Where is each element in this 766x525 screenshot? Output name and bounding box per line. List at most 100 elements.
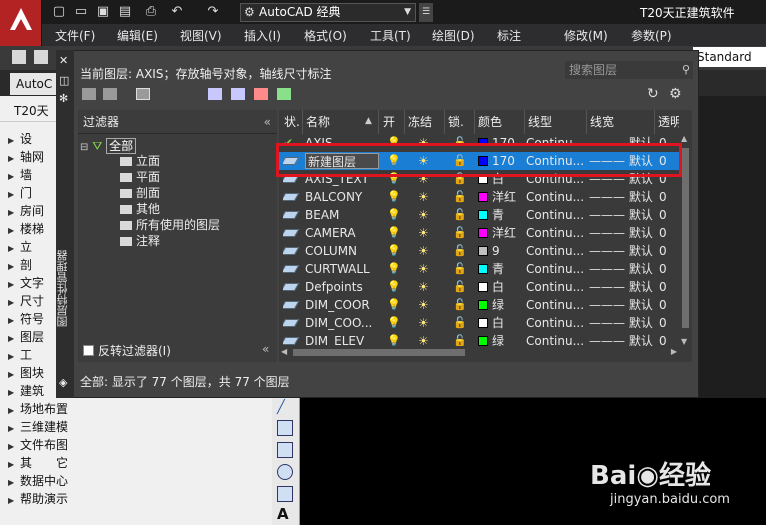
scroll-left-icon[interactable]: ◀	[281, 347, 287, 356]
sun-icon[interactable]: ☀	[418, 206, 434, 224]
new-layer-icon[interactable]	[208, 88, 222, 100]
layer-row[interactable]: DIM_COO... 💡 ☀ 🔓 白 Continu... ——— 默认 0	[279, 314, 679, 332]
autohide-icon[interactable]: ◫	[59, 74, 69, 87]
side-menu-item[interactable]: ▶ 文件布图	[0, 436, 90, 454]
layer-transparency[interactable]: 0	[659, 188, 677, 206]
settings-gear-icon[interactable]: ⚙	[669, 86, 682, 102]
tree-node[interactable]: 其他	[120, 200, 160, 217]
layer-name[interactable]: BEAM	[305, 206, 380, 224]
unlock-icon[interactable]: 🔓	[453, 206, 467, 224]
layer-transparency[interactable]: 0	[659, 296, 677, 314]
side-menu-item[interactable]: ▶ 其 它	[0, 454, 90, 472]
layer-lineweight[interactable]: ——— 默认	[589, 278, 661, 296]
save-as-icon[interactable]: ▤	[116, 3, 134, 21]
side-menu-item[interactable]: ▶ 三维建模	[0, 418, 90, 436]
open-icon[interactable]	[34, 50, 48, 64]
layer-transparency[interactable]: 0	[659, 224, 677, 242]
layer-linetype[interactable]: Continu...	[526, 260, 586, 278]
layer-linetype[interactable]: Continu...	[526, 314, 586, 332]
unlock-icon[interactable]: 🔓	[453, 224, 467, 242]
unlock-icon[interactable]: 🔓	[453, 314, 467, 332]
refresh-icon[interactable]: ↻	[647, 86, 659, 102]
layer-lineweight[interactable]: ——— 默认	[589, 242, 661, 260]
side-menu-item[interactable]: ▶ 数据中心	[0, 472, 90, 490]
lightbulb-icon[interactable]: 💡	[387, 242, 401, 260]
col-transparency[interactable]: 透明	[655, 110, 679, 134]
sun-icon[interactable]: ☀	[418, 260, 434, 278]
lightbulb-icon[interactable]: 💡	[387, 296, 401, 314]
quick-access-customize-button[interactable]: ☰	[419, 3, 433, 22]
line-icon[interactable]: ╱	[277, 400, 293, 416]
vertical-scroll-thumb[interactable]	[682, 148, 689, 328]
layer-color[interactable]: 洋红	[478, 224, 524, 242]
tree-node[interactable]: 注释	[120, 232, 160, 249]
layer-linetype[interactable]: Continu...	[526, 278, 586, 296]
unlock-icon[interactable]: 🔓	[453, 278, 467, 296]
menu-edit[interactable]: 编辑(E)	[117, 27, 158, 44]
layer-transparency[interactable]: 0	[659, 314, 677, 332]
layer-color[interactable]: 绿	[478, 296, 524, 314]
rectangle-icon[interactable]	[277, 420, 293, 436]
palette-title-strip[interactable]: ✕ ◫ ✻ ◈	[56, 50, 74, 398]
layer-states-icon[interactable]	[136, 88, 150, 100]
layer-transparency[interactable]: 0	[659, 242, 677, 260]
unlock-icon[interactable]: 🔓	[453, 188, 467, 206]
menu-format[interactable]: 格式(O)	[304, 27, 347, 44]
tree-node[interactable]: 剖面	[120, 184, 160, 201]
layer-color[interactable]: 9	[478, 242, 524, 260]
layer-color[interactable]: 白	[478, 278, 524, 296]
sun-icon[interactable]: ☀	[418, 188, 434, 206]
undo-icon[interactable]: ↶	[168, 3, 186, 21]
close-icon[interactable]: ✕	[59, 54, 68, 67]
tree-node[interactable]: 立面	[120, 152, 160, 169]
menu-modify[interactable]: 修改(M)	[564, 27, 608, 44]
lightbulb-icon[interactable]: 💡	[387, 188, 401, 206]
layer-linetype[interactable]: Continu...	[526, 188, 586, 206]
lightbulb-icon[interactable]: 💡	[387, 206, 401, 224]
save-icon[interactable]: ▣	[94, 3, 112, 21]
checkbox-box[interactable]	[83, 345, 94, 356]
layer-linetype[interactable]: Continu...	[526, 242, 586, 260]
col-on[interactable]: 开	[380, 110, 405, 134]
invert-filter-checkbox[interactable]: 反转过滤器(I)	[83, 342, 171, 359]
scroll-down-icon[interactable]: ▼	[681, 337, 687, 346]
unlock-icon[interactable]: 🔓	[453, 296, 467, 314]
tree-expand-icon[interactable]: ⊟	[80, 142, 88, 153]
layer-lineweight[interactable]: ——— 默认	[589, 296, 661, 314]
col-lock[interactable]: 锁.	[445, 110, 475, 134]
text-style-dropdown[interactable]: Standard	[693, 47, 766, 67]
layer-color[interactable]: 青	[478, 260, 524, 278]
lightbulb-icon[interactable]: 💡	[387, 260, 401, 278]
new-icon[interactable]	[12, 50, 26, 64]
new-file-icon[interactable]: ▢	[50, 3, 68, 21]
print-icon[interactable]: ⎙	[142, 3, 160, 21]
layer-transparency[interactable]: 0	[659, 206, 677, 224]
layer-name[interactable]: Defpoints	[305, 278, 380, 296]
layer-linetype[interactable]: Continu...	[526, 206, 586, 224]
layer-name[interactable]: COLUMN	[305, 242, 380, 260]
file-tab[interactable]: AutoC	[10, 73, 56, 95]
application-menu-button[interactable]	[0, 0, 42, 46]
collapse-icon[interactable]: «	[264, 110, 271, 134]
new-property-filter-icon[interactable]	[82, 88, 96, 100]
layer-transparency[interactable]: 0	[659, 260, 677, 278]
menu-insert[interactable]: 插入(I)	[244, 27, 281, 44]
menu-parametric[interactable]: 参数(P)	[631, 27, 672, 44]
layer-name[interactable]: DIM_COOR	[305, 296, 380, 314]
side-menu-item[interactable]: ▶ 帮助演示	[0, 490, 90, 508]
menu-dimension[interactable]: 标注	[497, 27, 521, 44]
layer-color[interactable]: 青	[478, 206, 524, 224]
layer-row[interactable]: BALCONY 💡 ☀ 🔓 洋红 Continu... ——— 默认 0	[279, 188, 679, 206]
col-status[interactable]: 状.	[281, 110, 303, 134]
sun-icon[interactable]: ☀	[418, 314, 434, 332]
col-linetype[interactable]: 线型	[525, 110, 587, 134]
set-current-icon[interactable]	[277, 88, 291, 100]
col-color[interactable]: 颜色	[475, 110, 525, 134]
properties-icon[interactable]: ✻	[59, 92, 68, 105]
layer-color[interactable]: 白	[478, 314, 524, 332]
collapse-filter-icon[interactable]: «	[262, 342, 269, 356]
layer-row[interactable]: CURTWALL 💡 ☀ 🔓 青 Continu... ——— 默认 0	[279, 260, 679, 278]
open-file-icon[interactable]: ▭	[72, 3, 90, 21]
layer-transparency[interactable]: 0	[659, 278, 677, 296]
layer-row[interactable]: BEAM 💡 ☀ 🔓 青 Continu... ——— 默认 0	[279, 206, 679, 224]
